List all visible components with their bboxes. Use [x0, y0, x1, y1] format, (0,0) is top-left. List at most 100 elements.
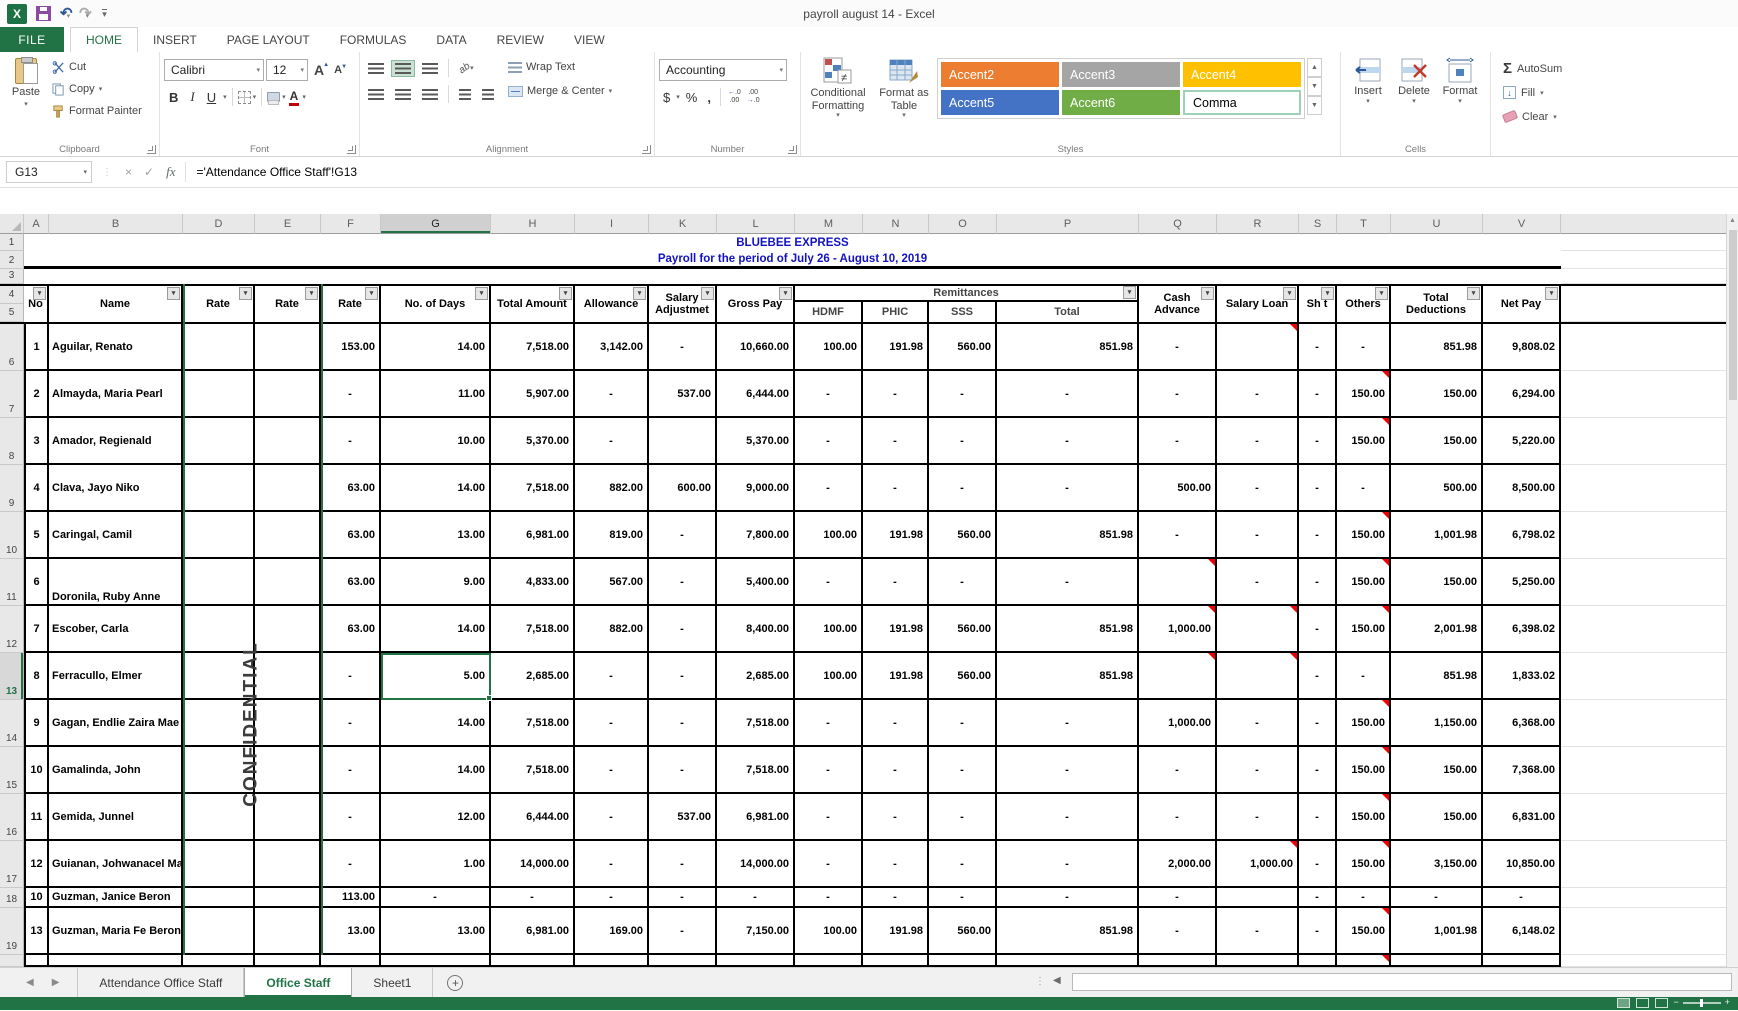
cell-O18[interactable]: -	[929, 888, 997, 908]
format-cells-button[interactable]: Format ▾	[1437, 54, 1483, 142]
cell-B10[interactable]: Caringal, Camil	[49, 512, 183, 559]
insert-cells-button[interactable]: Insert ▾	[1345, 54, 1391, 142]
formula-bar-handle[interactable]: ⋮	[102, 167, 113, 178]
cell-A10[interactable]: 5	[24, 512, 49, 559]
cell-P18[interactable]: -	[997, 888, 1139, 908]
cell-R20[interactable]	[1217, 955, 1299, 967]
cell-H16[interactable]: 6,444.00	[491, 794, 575, 841]
column-header-M[interactable]: M	[795, 214, 863, 234]
cell-T13[interactable]: -	[1337, 653, 1391, 700]
font-size-combo[interactable]: 12 ▾	[266, 59, 308, 81]
cell-title-row-3[interactable]	[24, 269, 1561, 284]
cell-F14[interactable]: -	[321, 700, 381, 747]
cell-V16[interactable]: 6,831.00	[1483, 794, 1561, 841]
cell-G8[interactable]: 10.00	[381, 418, 491, 465]
cell-N14[interactable]: -	[863, 700, 929, 747]
cell-O7[interactable]: -	[929, 371, 997, 418]
cell-P20[interactable]	[997, 955, 1139, 967]
cell-D6[interactable]	[183, 324, 255, 371]
cell-B7[interactable]: Almayda, Maria Pearl	[49, 371, 183, 418]
cell-H10[interactable]: 6,981.00	[491, 512, 575, 559]
cell-F15[interactable]: -	[321, 747, 381, 794]
column-header-P[interactable]: P	[997, 214, 1139, 234]
cell-I18[interactable]: -	[575, 888, 649, 908]
cell-P11[interactable]: -	[997, 559, 1139, 606]
cell-P19[interactable]: 851.98	[997, 908, 1139, 955]
cell-F13[interactable]: -	[321, 653, 381, 700]
cell-H12[interactable]: 7,518.00	[491, 606, 575, 653]
cell-B15[interactable]: Gamalinda, John	[49, 747, 183, 794]
cell-S16[interactable]: -	[1299, 794, 1337, 841]
cell-S14[interactable]: -	[1299, 700, 1337, 747]
header-phic[interactable]: PHIC	[863, 302, 929, 322]
header-hdmf[interactable]: HDMF	[795, 302, 863, 322]
header-salary_adjustment[interactable]: Salary Adjustmet ▾	[649, 286, 717, 322]
cell-B6[interactable]: Aguilar, Renato	[49, 324, 183, 371]
cell-O6[interactable]: 560.00	[929, 324, 997, 371]
cell-L19[interactable]: 7,150.00	[717, 908, 795, 955]
filter-button[interactable]: ▾	[305, 287, 318, 300]
row-header-13[interactable]: 13	[0, 653, 24, 700]
cell-P12[interactable]: 851.98	[997, 606, 1139, 653]
cell-U10[interactable]: 1,001.98	[1391, 512, 1483, 559]
cell-F10[interactable]: 63.00	[321, 512, 381, 559]
cell-M20[interactable]	[795, 955, 863, 967]
page-layout-view-button[interactable]	[1636, 998, 1649, 1008]
undo-button[interactable]: ↶▾	[60, 5, 73, 23]
cell-N9[interactable]: -	[863, 465, 929, 512]
cell-Q8[interactable]: -	[1139, 418, 1217, 465]
cell-T16[interactable]: 150.00	[1337, 794, 1391, 841]
cell-A13[interactable]: 8	[24, 653, 49, 700]
cell-F20[interactable]	[321, 955, 381, 967]
cell-O8[interactable]: -	[929, 418, 997, 465]
cell-M8[interactable]: -	[795, 418, 863, 465]
cell-K6[interactable]: -	[649, 324, 717, 371]
cell-S6[interactable]: -	[1299, 324, 1337, 371]
cell-O19[interactable]: 560.00	[929, 908, 997, 955]
cell-Q13[interactable]	[1139, 653, 1217, 700]
cell-D19[interactable]	[183, 908, 255, 955]
fill-color-button[interactable]	[267, 92, 281, 105]
header-sss[interactable]: SSS	[929, 302, 997, 322]
cell-K10[interactable]: -	[649, 512, 717, 559]
save-button[interactable]	[36, 6, 51, 21]
cell-G10[interactable]: 13.00	[381, 512, 491, 559]
cell-V12[interactable]: 6,398.02	[1483, 606, 1561, 653]
cell-F18[interactable]: 113.00	[321, 888, 381, 908]
cell-F12[interactable]: 63.00	[321, 606, 381, 653]
cell-H17[interactable]: 14,000.00	[491, 841, 575, 888]
filter-button[interactable]: ▾	[239, 287, 252, 300]
tab-insert[interactable]: INSERT	[138, 27, 212, 52]
column-header-S[interactable]: S	[1299, 214, 1337, 234]
cell-K9[interactable]: 600.00	[649, 465, 717, 512]
cell-A17[interactable]: 12	[24, 841, 49, 888]
filter-button[interactable]: ▾	[779, 287, 792, 300]
column-header-H[interactable]: H	[491, 214, 575, 234]
cell-F17[interactable]: -	[321, 841, 381, 888]
header-rate[interactable]: Rate ▾	[255, 286, 321, 322]
cell-G15[interactable]: 14.00	[381, 747, 491, 794]
cell-T15[interactable]: 150.00	[1337, 747, 1391, 794]
cell-F6[interactable]: 153.00	[321, 324, 381, 371]
cell-T8[interactable]: 150.00	[1337, 418, 1391, 465]
cell-L12[interactable]: 8,400.00	[717, 606, 795, 653]
cell-L15[interactable]: 7,518.00	[717, 747, 795, 794]
cell-K13[interactable]: -	[649, 653, 717, 700]
cell-O17[interactable]: -	[929, 841, 997, 888]
cell-H14[interactable]: 7,518.00	[491, 700, 575, 747]
zoom-slider[interactable]: − +	[1673, 998, 1730, 1007]
cell-L9[interactable]: 9,000.00	[717, 465, 795, 512]
cell-R18[interactable]	[1217, 888, 1299, 908]
cell-N7[interactable]: -	[863, 371, 929, 418]
column-header-B[interactable]: B	[49, 214, 183, 234]
cell-G18[interactable]: -	[381, 888, 491, 908]
cell-P10[interactable]: 851.98	[997, 512, 1139, 559]
cell-T17[interactable]: 150.00	[1337, 841, 1391, 888]
cell-title-row-2[interactable]: Payroll for the period of July 26 - Augu…	[24, 251, 1561, 269]
cell-E12[interactable]	[255, 606, 321, 653]
filter-button[interactable]: ▾	[475, 287, 488, 300]
cell-Q10[interactable]: -	[1139, 512, 1217, 559]
cell-E15[interactable]	[255, 747, 321, 794]
cell-S18[interactable]: -	[1299, 888, 1337, 908]
tab-home[interactable]: HOME	[70, 27, 138, 52]
